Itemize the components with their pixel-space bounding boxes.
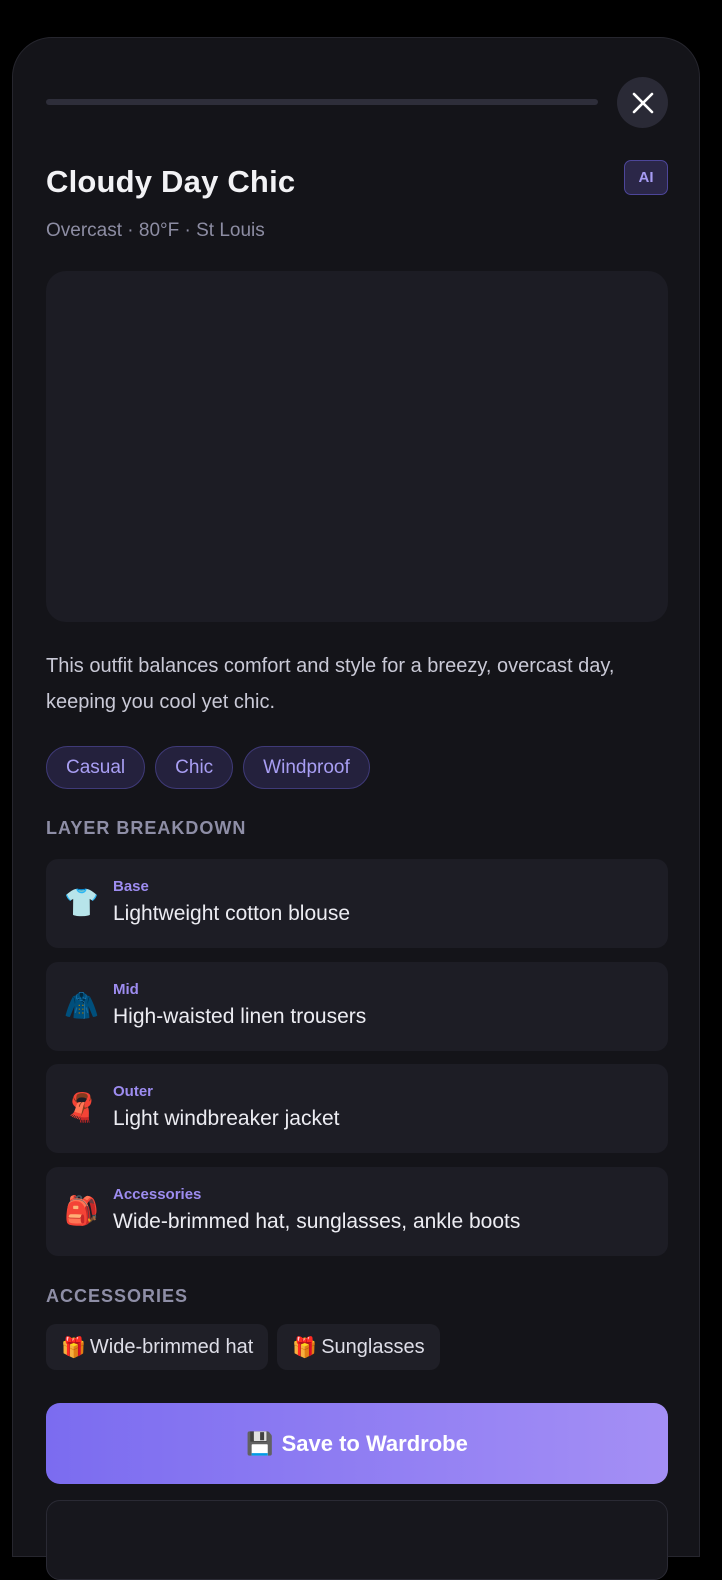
outfit-image-placeholder [46, 271, 668, 622]
layer-category: Mid [113, 980, 139, 998]
layer-category: Accessories [113, 1185, 202, 1203]
outfit-description: This outfit balances comfort and style f… [46, 655, 615, 713]
close-icon [632, 92, 653, 113]
gift-icon: 🎁 [61, 1336, 86, 1359]
tag-windproof[interactable]: Windproof [243, 746, 370, 789]
layer-breakdown-heading: LAYER BREAKDOWN [46, 818, 247, 838]
layer-item-text: High-waisted linen trousers [113, 1004, 367, 1028]
weather-subtitle: Overcast · 80°F · St Louis [46, 220, 265, 241]
accessory-chip-hat[interactable]: 🎁 Wide-brimmed hat [46, 1324, 269, 1370]
accessory-chips: 🎁 Wide-brimmed hat 🎁 Sunglasses [46, 1324, 440, 1370]
outfit-title: Cloudy Day Chic [46, 164, 296, 199]
tag-chic[interactable]: Chic [155, 746, 234, 789]
accessory-label: Wide-brimmed hat [89, 1335, 254, 1358]
outfit-sheet: Cloudy Day Chic AI Overcast · 80°F · St … [12, 37, 700, 1580]
shirt-icon: 👕 [64, 887, 99, 918]
layer-card-outer[interactable]: 🧣 Outer Light windbreaker jacket [46, 1064, 668, 1153]
close-button[interactable] [617, 77, 668, 128]
layer-list: 👕 Base Lightweight cotton blouse 🧥 Mid H… [46, 859, 668, 1269]
style-tags: Casual Chic Windproof [46, 746, 370, 789]
accessory-chip-sunglasses[interactable]: 🎁 Sunglasses [277, 1324, 440, 1370]
layer-card-accessories[interactable]: 🎒 Accessories Wide-brimmed hat, sunglass… [46, 1166, 668, 1256]
layer-category: Outer [113, 1083, 154, 1100]
layer-card-mid[interactable]: 🧥 Mid High-waisted linen trousers [46, 961, 668, 1051]
tag-casual[interactable]: Casual [46, 746, 146, 789]
layer-item-text: Lightweight cotton blouse [113, 902, 350, 925]
secondary-action-card[interactable] [46, 1500, 668, 1580]
gift-icon: 🎁 [292, 1336, 318, 1359]
accessory-label: Sunglasses [321, 1335, 425, 1358]
floppy-disk-icon: 💾 [246, 1430, 274, 1456]
save-button-label: Save to Wardrobe [281, 1430, 468, 1456]
scarf-icon: 🧣 [64, 1092, 99, 1123]
ai-badge: AI [624, 160, 668, 195]
drag-handle[interactable] [46, 99, 598, 105]
layer-category: Base [113, 878, 149, 895]
save-to-wardrobe-button[interactable]: 💾 Save to Wardrobe [46, 1403, 668, 1484]
layer-card-base[interactable]: 👕 Base Lightweight cotton blouse [46, 859, 668, 948]
layer-item-text: Light windbreaker jacket [113, 1107, 340, 1130]
accessories-heading: ACCESSORIES [46, 1286, 189, 1306]
layer-item-text: Wide-brimmed hat, sunglasses, ankle boot… [113, 1209, 521, 1233]
coat-icon: 🧥 [64, 989, 99, 1021]
backpack-icon: 🎒 [64, 1194, 99, 1226]
